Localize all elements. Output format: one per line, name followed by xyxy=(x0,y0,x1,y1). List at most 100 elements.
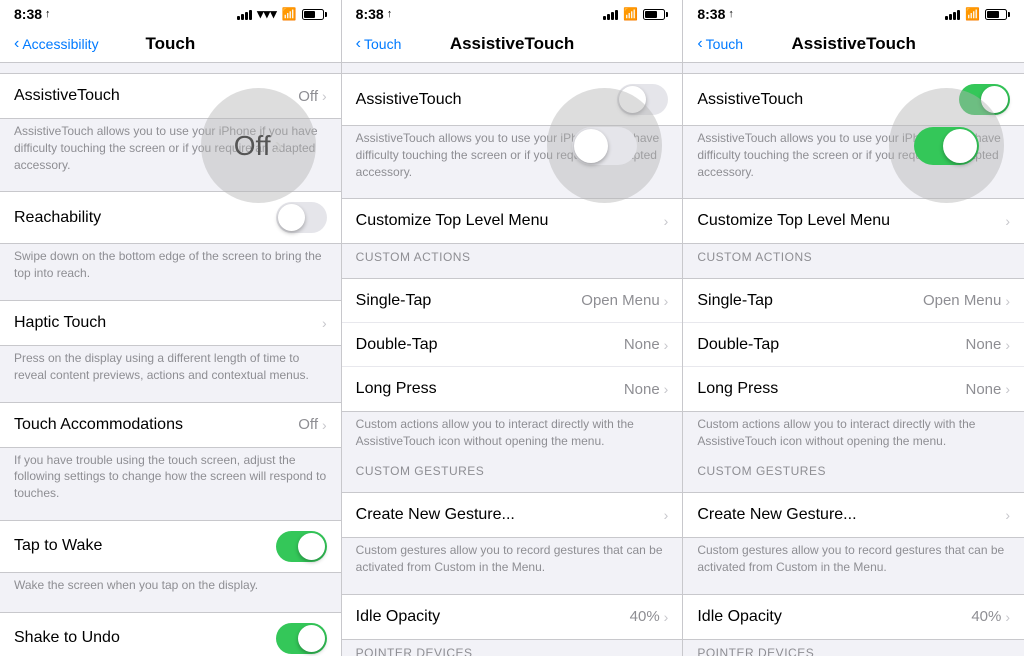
single-tap-right-3: Open Menu › xyxy=(923,292,1010,309)
at-toggle-item-2[interactable]: AssistiveTouch xyxy=(342,74,683,125)
idle-opacity-left-2: Idle Opacity xyxy=(356,608,630,626)
create-gesture-left-3: Create New Gesture... xyxy=(697,506,1005,524)
touchacc-title: Touch Accommodations xyxy=(14,416,298,434)
create-gesture-title-2: Create New Gesture... xyxy=(356,506,664,524)
taptowake-toggle[interactable] xyxy=(276,531,327,562)
content-2: AssistiveTouch AssistiveTouch allows you… xyxy=(342,63,683,656)
wifi-icon-1: ▾▾▾ xyxy=(257,6,277,22)
highlight-toggle-on xyxy=(914,127,979,165)
create-gesture-right-2: › xyxy=(664,507,669,523)
shakeundo-item[interactable]: Shake to Undo xyxy=(0,613,341,656)
nav-title-2: AssistiveTouch xyxy=(450,34,574,54)
wifi-symbol-2: 📶 xyxy=(623,7,638,21)
single-tap-item-3[interactable]: Single-Tap Open Menu › xyxy=(683,279,1024,323)
create-gesture-item-3[interactable]: Create New Gesture... › xyxy=(683,493,1024,537)
wifi-symbol-3: 📶 xyxy=(965,7,980,21)
nav-bar-2: ‹ Touch AssistiveTouch xyxy=(342,26,683,63)
back-label-3[interactable]: Touch xyxy=(706,36,743,52)
reachability-left: Reachability xyxy=(14,209,276,227)
nav-back-1[interactable]: ‹ Accessibility xyxy=(14,35,99,53)
customize-title-3: Customize Top Level Menu xyxy=(697,212,1005,230)
signal-icon-2 xyxy=(603,8,618,20)
taptowake-item[interactable]: Tap to Wake xyxy=(0,521,341,572)
group-actions-3: Single-Tap Open Menu › Double-Tap None › xyxy=(683,278,1024,412)
double-tap-chevron-2: › xyxy=(664,337,669,353)
back-chevron-1: ‹ xyxy=(14,35,19,53)
at-toggle-2[interactable] xyxy=(617,84,668,115)
status-icons-3: 📶 xyxy=(945,7,1010,21)
content-1: AssistiveTouch Off › AssistiveTouch allo… xyxy=(0,63,341,656)
idle-opacity-title-2: Idle Opacity xyxy=(356,608,630,626)
at-thumb-2 xyxy=(619,86,646,113)
taptowake-desc: Wake the screen when you tap on the disp… xyxy=(0,573,341,602)
double-tap-item-2[interactable]: Double-Tap None › xyxy=(342,323,683,367)
assistivetouch-item[interactable]: AssistiveTouch Off › xyxy=(0,74,341,118)
status-bar-3: 8:38 ↑ 📶 xyxy=(683,0,1024,26)
customize-item-2[interactable]: Customize Top Level Menu › xyxy=(342,199,683,243)
reachability-toggle[interactable] xyxy=(276,202,327,233)
group-at-toggle-2: AssistiveTouch xyxy=(342,73,683,126)
location-arrow-2: ↑ xyxy=(387,8,393,20)
create-gesture-left-2: Create New Gesture... xyxy=(356,506,664,524)
status-bar-1: 8:38 ↑ ▾▾▾ 📶 xyxy=(0,0,341,26)
actions-desc-2: Custom actions allow you to interact dir… xyxy=(342,412,683,458)
at-desc-2: AssistiveTouch allows you to use your iP… xyxy=(342,126,683,188)
idle-opacity-value-3: 40% xyxy=(971,608,1001,625)
group-actions-2: Single-Tap Open Menu › Double-Tap None › xyxy=(342,278,683,412)
back-label-2[interactable]: Touch xyxy=(364,36,401,52)
idle-opacity-right-2: 40% › xyxy=(630,608,669,625)
battery-icon-1 xyxy=(302,9,327,20)
long-press-item-2[interactable]: Long Press None › xyxy=(342,367,683,411)
haptic-left: Haptic Touch xyxy=(14,314,322,332)
assistivetouch-title: AssistiveTouch xyxy=(14,87,298,105)
long-press-chevron-3: › xyxy=(1005,381,1010,397)
custom-actions-header-2: CUSTOM ACTIONS xyxy=(342,244,683,268)
group-gestures-2: Create New Gesture... › xyxy=(342,492,683,538)
customize-chevron-3: › xyxy=(1005,213,1010,229)
single-tap-item-2[interactable]: Single-Tap Open Menu › xyxy=(342,279,683,323)
idle-opacity-chevron-2: › xyxy=(664,609,669,625)
create-gesture-title-3: Create New Gesture... xyxy=(697,506,1005,524)
idle-opacity-right-3: 40% › xyxy=(971,608,1010,625)
single-tap-right-2: Open Menu › xyxy=(581,292,668,309)
back-label-1[interactable]: Accessibility xyxy=(22,36,98,52)
battery-icon-2 xyxy=(643,9,668,20)
customize-left-3: Customize Top Level Menu xyxy=(697,212,1005,230)
long-press-item-3[interactable]: Long Press None › xyxy=(683,367,1024,411)
group-assistivetouch: AssistiveTouch Off › xyxy=(0,73,341,119)
at-toggle-left-2: AssistiveTouch xyxy=(356,91,618,109)
nav-back-2[interactable]: ‹ Touch xyxy=(356,35,402,53)
double-tap-value-3: None xyxy=(965,336,1001,353)
single-tap-title-3: Single-Tap xyxy=(697,292,923,310)
shakeundo-toggle[interactable] xyxy=(276,623,327,654)
taptowake-thumb xyxy=(298,533,325,560)
battery-icon-3 xyxy=(985,9,1010,20)
custom-gestures-header-2: CUSTOM GESTURES xyxy=(342,458,683,482)
single-tap-value-3: Open Menu xyxy=(923,292,1001,309)
single-tap-value-2: Open Menu xyxy=(581,292,659,309)
touchacc-item[interactable]: Touch Accommodations Off › xyxy=(0,403,341,447)
create-gesture-chevron-3: › xyxy=(1005,507,1010,523)
assistivetouch-chevron: › xyxy=(322,88,327,104)
pointer-devices-header-3: POINTER DEVICES xyxy=(683,640,1024,656)
idle-opacity-item-3[interactable]: Idle Opacity 40% › xyxy=(683,595,1024,639)
customize-item-3[interactable]: Customize Top Level Menu › xyxy=(683,199,1024,243)
pointer-devices-header-2: POINTER DEVICES xyxy=(342,640,683,656)
double-tap-chevron-3: › xyxy=(1005,337,1010,353)
haptic-chevron: › xyxy=(322,315,327,331)
double-tap-item-3[interactable]: Double-Tap None › xyxy=(683,323,1024,367)
custom-actions-header-3: CUSTOM ACTIONS xyxy=(683,244,1024,268)
reachability-title: Reachability xyxy=(14,209,276,227)
group-touchacc: Touch Accommodations Off › xyxy=(0,402,341,448)
single-tap-chevron-3: › xyxy=(1005,293,1010,309)
idle-opacity-item-2[interactable]: Idle Opacity 40% › xyxy=(342,595,683,639)
haptic-item[interactable]: Haptic Touch › xyxy=(0,301,341,345)
signal-icon-3 xyxy=(945,8,960,20)
back-chevron-2: ‹ xyxy=(356,35,361,53)
nav-back-3[interactable]: ‹ Touch xyxy=(697,35,743,53)
reachability-item[interactable]: Reachability xyxy=(0,192,341,243)
back-chevron-3: ‹ xyxy=(697,35,702,53)
customize-left-2: Customize Top Level Menu xyxy=(356,212,664,230)
create-gesture-item-2[interactable]: Create New Gesture... › xyxy=(342,493,683,537)
location-arrow-1: ↑ xyxy=(45,8,51,20)
